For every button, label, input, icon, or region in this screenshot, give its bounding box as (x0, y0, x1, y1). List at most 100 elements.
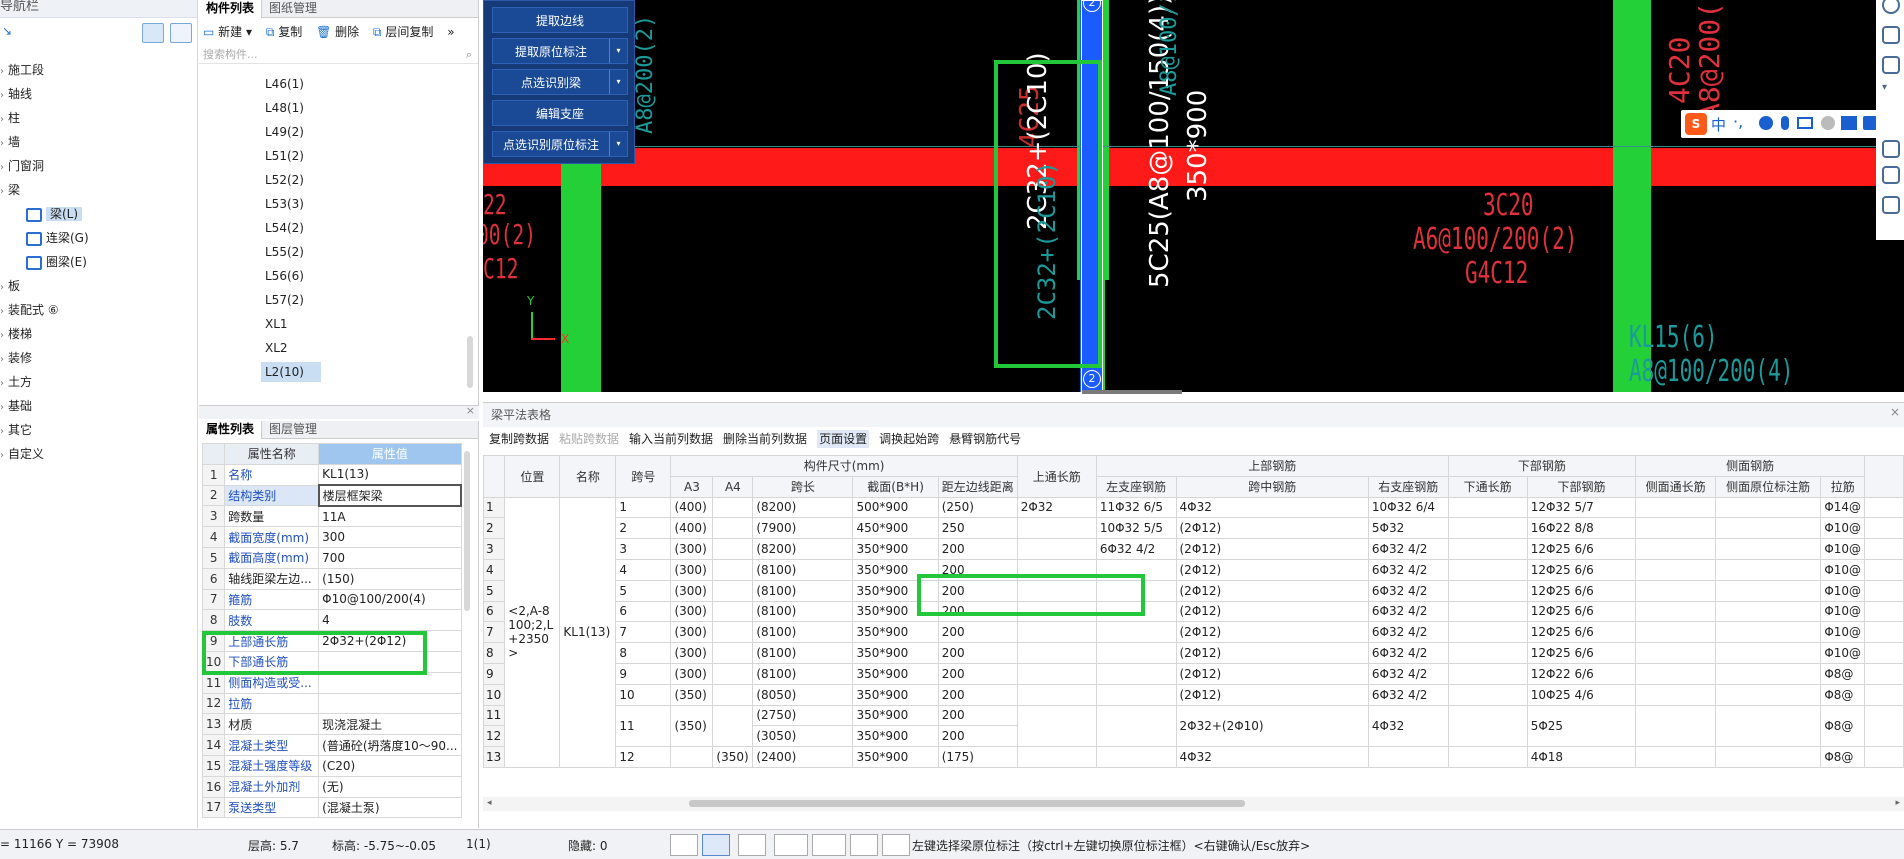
grid-cell[interactable]: 5Φ25 (1526, 704, 1637, 748)
scroll-left-icon[interactable]: ◂ (487, 798, 492, 808)
component-list-item[interactable]: L51(2) (261, 146, 308, 166)
grid-cell[interactable]: 12Φ25 6/6 (1526, 538, 1637, 560)
grid-toolbar-button[interactable]: 页面设置 (817, 430, 870, 448)
tab-component-list[interactable]: 构件列表 (199, 0, 263, 18)
chevron-right-icon[interactable]: › (0, 326, 8, 346)
grid-row[interactable]: 10 10 (350) (8050) 350*900 200 (2Φ12) 6Φ32 4/2 1… (482, 683, 1904, 706)
grid-cell[interactable]: (8100) (752, 558, 854, 581)
grid-cell[interactable]: 350*900 (852, 746, 939, 768)
box-select-icon[interactable] (702, 834, 730, 856)
recognize-button[interactable]: 提取边线 (492, 7, 628, 33)
grid-cell[interactable]: 4Φ32 (1367, 704, 1449, 748)
grid-cell[interactable]: Φ10@ (1820, 621, 1866, 644)
property-value[interactable]: KL1(13) (318, 463, 462, 486)
dropdown-arrow-icon[interactable]: ▾ (609, 39, 627, 63)
grid-cell[interactable]: 200 (937, 621, 1018, 644)
chevron-right-icon[interactable]: › (0, 398, 8, 418)
grid-cell[interactable] (1447, 600, 1528, 623)
property-value[interactable]: (C20) (318, 754, 462, 777)
property-row[interactable]: 11 侧面构造或受... (201, 671, 462, 694)
grid-cell[interactable]: (2Φ12) (1175, 600, 1369, 623)
grid-cell[interactable] (1095, 746, 1177, 768)
grid-cell[interactable] (1864, 683, 1904, 706)
component-list-item[interactable]: L54(2) (261, 218, 308, 238)
grid-cell[interactable]: 3 (615, 538, 672, 560)
property-row[interactable]: 17 泵送类型 (混凝土泵) (201, 796, 462, 819)
grid-cell[interactable] (1635, 642, 1716, 664)
grid-cell[interactable]: 11 (615, 704, 672, 748)
grid-row[interactable]: 4 4 (300) (8100) 350*900 200 (2Φ12) 6Φ32 4/2 12Φ… (482, 558, 1904, 581)
emoji-icon[interactable] (1759, 116, 1773, 130)
chevron-right-icon[interactable]: › (0, 302, 8, 322)
grid-cell[interactable]: 12Φ25 6/6 (1526, 642, 1637, 664)
nav-item[interactable]: › 其它 (0, 420, 32, 440)
property-value[interactable]: 300 (318, 526, 462, 548)
grid-cell[interactable]: 200 (937, 725, 1018, 748)
skin-icon[interactable] (1841, 116, 1857, 130)
grid-cell[interactable] (1635, 538, 1716, 560)
grid-cell[interactable] (1714, 746, 1822, 768)
grid-cell[interactable]: (2Φ12) (1175, 538, 1369, 560)
cross-select-icon[interactable] (738, 834, 766, 856)
grid-cell[interactable]: (350) (712, 746, 754, 768)
grid-cell[interactable]: (7900) (752, 517, 854, 540)
grid-cell[interactable] (1864, 746, 1904, 768)
grid-cell[interactable]: (8100) (752, 579, 854, 602)
grid-row[interactable]: 11 11 (350) (2750) 350*900 200 2Φ32+(2Φ10) 4Φ32… (482, 704, 1904, 748)
toolbox-icon[interactable] (1863, 116, 1877, 130)
grid-cell[interactable]: 350*900 (852, 621, 939, 644)
property-value[interactable]: 4 (318, 609, 462, 632)
component-list-item[interactable]: L46(1) (261, 74, 308, 94)
grid-cell[interactable]: (300) (670, 538, 714, 560)
grid-cell[interactable]: 350*900 (852, 538, 939, 560)
grid-cell[interactable] (1447, 538, 1528, 560)
component-search-input[interactable]: 搜索构件... ⌕ (199, 46, 478, 64)
grid-cell[interactable] (712, 662, 754, 685)
grid-cell[interactable]: (3050) (752, 725, 854, 748)
grid-cell[interactable]: Φ8@ (1820, 683, 1866, 706)
grid-cell[interactable]: 250 (937, 517, 1018, 540)
grid-cell[interactable]: (2Φ12) (1175, 683, 1369, 706)
ime-toolbar[interactable]: S 中 ·, (1681, 110, 1904, 138)
property-row[interactable]: 2 结构类别 楼层框架梁 (201, 484, 463, 507)
grid-cell[interactable]: 12Φ32 5/7 (1526, 496, 1637, 519)
grid-cell[interactable]: 200 (937, 642, 1018, 664)
recognize-button[interactable]: 编辑支座 (492, 100, 628, 126)
grid-cell[interactable] (712, 704, 754, 748)
grid-cell[interactable]: 1 (615, 496, 672, 519)
grid-cell[interactable] (670, 746, 714, 768)
grid-cell[interactable] (1714, 683, 1822, 706)
user-icon[interactable] (1821, 116, 1835, 130)
grid-cell[interactable] (1016, 621, 1097, 644)
grid-cell[interactable] (1016, 517, 1097, 540)
grid-cell[interactable] (1447, 642, 1528, 664)
component-list-item[interactable]: L52(2) (261, 170, 308, 190)
component-list-item[interactable]: L53(3) (261, 194, 308, 214)
grid-cell-position[interactable]: <2,A-8100;2,L+2350> (504, 496, 561, 768)
property-value[interactable]: (150) (318, 567, 462, 590)
grid-cell[interactable] (1447, 579, 1528, 602)
component-list-item[interactable]: L55(2) (261, 242, 308, 262)
grid-cell[interactable] (1864, 558, 1904, 581)
grid-cell[interactable]: 450*900 (852, 517, 939, 540)
grid-cell[interactable]: (2Φ12) (1175, 558, 1369, 581)
grid-cell[interactable] (1714, 558, 1822, 581)
grid-cell[interactable]: Φ10@ (1820, 538, 1866, 560)
grid-cell[interactable]: 8 (615, 642, 672, 664)
grid-cell[interactable] (1635, 621, 1716, 644)
grid-cell[interactable] (1635, 558, 1716, 581)
grid-cell[interactable]: 350*900 (852, 683, 939, 706)
nav-item[interactable]: › 柱 (0, 108, 20, 128)
grid-cell[interactable]: (2Φ12) (1175, 517, 1369, 540)
grid-cell[interactable] (1714, 538, 1822, 560)
grid-cell[interactable]: 2 (615, 517, 672, 540)
grid-cell[interactable]: 10Φ32 5/5 (1095, 517, 1177, 540)
property-value[interactable]: 11A (318, 505, 462, 528)
component-list-item[interactable]: L48(1) (261, 98, 308, 118)
grid-cell[interactable]: 6Φ32 4/2 (1367, 683, 1449, 706)
grid-cell[interactable]: 5Φ32 (1367, 517, 1449, 540)
grid-cell[interactable] (1095, 704, 1177, 748)
grid-cell[interactable]: (300) (670, 600, 714, 623)
grid-cell[interactable]: (400) (670, 517, 714, 540)
grid-cell[interactable] (1714, 600, 1822, 623)
